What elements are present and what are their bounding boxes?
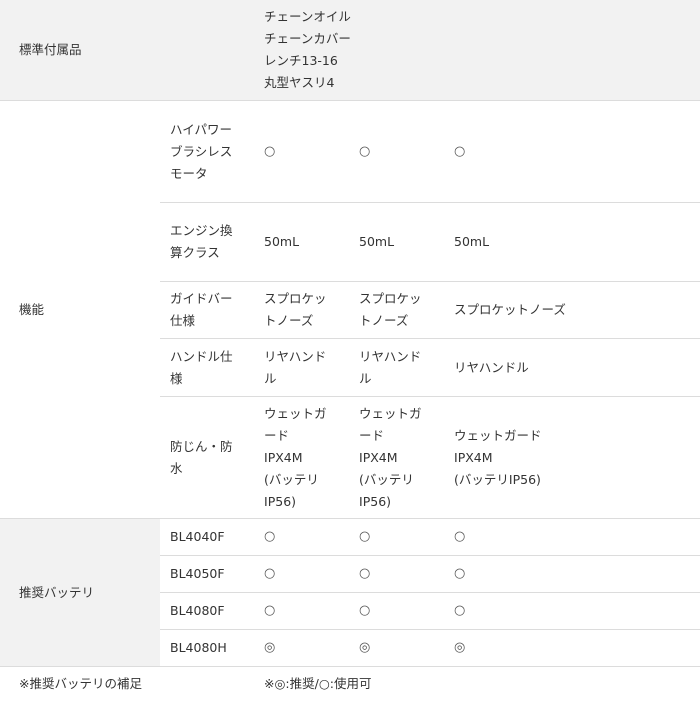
battery-4-value-2: ◎ [349, 630, 444, 667]
battery-2-value-1: ○ [254, 556, 349, 593]
battery-model-3: BL4080F [160, 593, 254, 630]
guide-bar-label: ガイドバー仕様 [160, 282, 254, 339]
engine-value-2: 50mL [349, 203, 444, 282]
brushless-value-3: ○ [444, 101, 700, 203]
spec-table: 標準付属品 チェーンオイル チェーンカバー レンチ13-16 丸型ヤスリ4 機能… [0, 0, 700, 701]
function-label: 機能 [0, 101, 160, 519]
note-row: ※推奨バッテリの補足 ※◎:推奨/○:使用可 [0, 667, 700, 701]
guide-bar-value-1: スプロケットノーズ [254, 282, 349, 339]
battery-4-value-1: ◎ [254, 630, 349, 667]
battery-3-value-3: ○ [444, 593, 700, 630]
battery-1-value-1: ○ [254, 519, 349, 556]
battery-1-value-3: ○ [444, 519, 700, 556]
brushless-value-1: ○ [254, 101, 349, 203]
waterproof-value-1: ウェットガード IPX4M (バッテリIP56) [254, 397, 349, 519]
guide-bar-value-3: スプロケットノーズ [444, 282, 700, 339]
engine-label: エンジン換算クラス [160, 203, 254, 282]
function-brushless-row: 機能 ハイパワーブラシレスモータ ○ ○ ○ [0, 101, 700, 203]
battery-4-value-3: ◎ [444, 630, 700, 667]
battery-model-2: BL4050F [160, 556, 254, 593]
battery-2-value-2: ○ [349, 556, 444, 593]
guide-bar-value-2: スプロケットノーズ [349, 282, 444, 339]
battery-1-value-2: ○ [349, 519, 444, 556]
battery-3-value-1: ○ [254, 593, 349, 630]
battery-model-4: BL4080H [160, 630, 254, 667]
battery-model-1: BL4040F [160, 519, 254, 556]
note-text: ※◎:推奨/○:使用可 [254, 667, 700, 701]
accessories-label: 標準付属品 [0, 0, 254, 101]
waterproof-value-3: ウェットガード IPX4M (バッテリIP56) [444, 397, 700, 519]
waterproof-value-2: ウェットガード IPX4M (バッテリIP56) [349, 397, 444, 519]
battery-row-1: 推奨バッテリ BL4040F ○ ○ ○ [0, 519, 700, 556]
engine-value-3: 50mL [444, 203, 700, 282]
battery-label: 推奨バッテリ [0, 519, 160, 667]
handle-label: ハンドル仕様 [160, 339, 254, 397]
battery-2-value-3: ○ [444, 556, 700, 593]
handle-value-3: リヤハンドル [444, 339, 700, 397]
note-label: ※推奨バッテリの補足 [0, 667, 254, 701]
handle-value-2: リヤハンドル [349, 339, 444, 397]
brushless-label: ハイパワーブラシレスモータ [160, 101, 254, 203]
handle-value-1: リヤハンドル [254, 339, 349, 397]
accessories-items: チェーンオイル チェーンカバー レンチ13-16 丸型ヤスリ4 [254, 0, 700, 101]
battery-3-value-2: ○ [349, 593, 444, 630]
waterproof-label: 防じん・防水 [160, 397, 254, 519]
brushless-value-2: ○ [349, 101, 444, 203]
engine-value-1: 50mL [254, 203, 349, 282]
accessories-row: 標準付属品 チェーンオイル チェーンカバー レンチ13-16 丸型ヤスリ4 [0, 0, 700, 101]
